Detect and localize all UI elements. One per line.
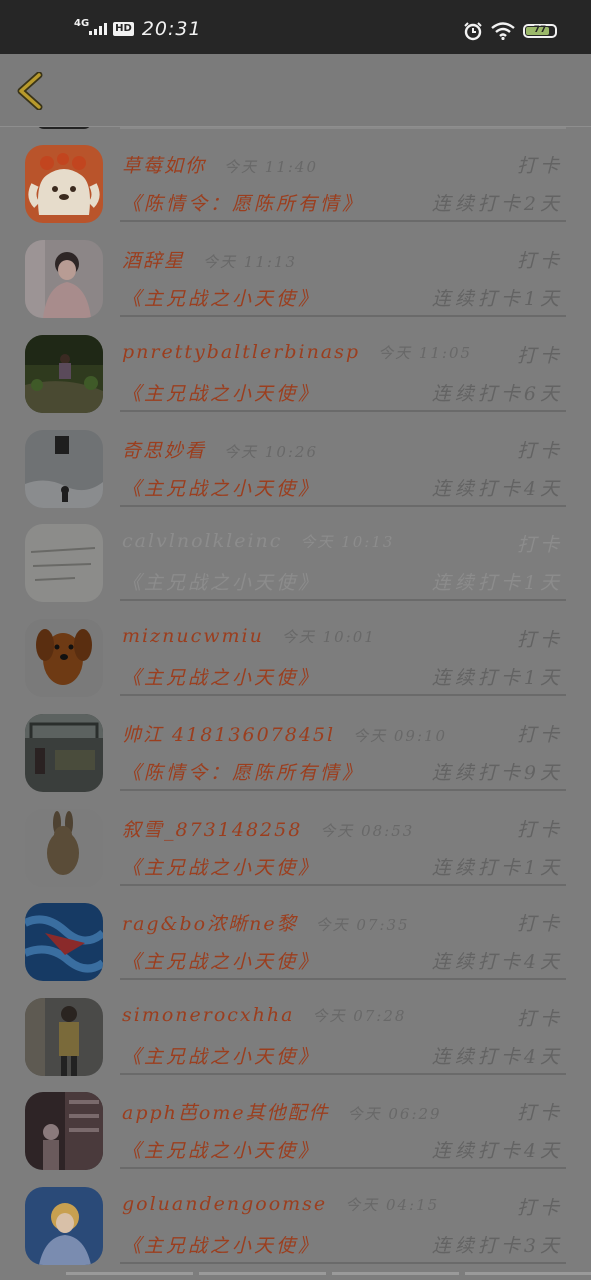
book-title[interactable]: 《主兄战之小天使》 bbox=[122, 947, 320, 974]
list-item[interactable]: 叙雪_873148258 今天 08:53 打卡 《主兄战之小天使》 连续打卡1天 bbox=[0, 791, 591, 887]
status-bar: 4G HD 20:31 77 bbox=[0, 0, 591, 54]
avatar[interactable] bbox=[25, 1092, 103, 1170]
avatar[interactable] bbox=[25, 335, 103, 413]
checkin-action: 打卡 bbox=[516, 534, 563, 556]
avatar[interactable] bbox=[25, 619, 103, 697]
battery-icon: 77 bbox=[523, 24, 557, 38]
checkin-time: 今天 10:26 bbox=[224, 443, 319, 461]
checkin-time: 今天 11:13 bbox=[203, 253, 298, 271]
streak-text: 连续打卡1天 bbox=[431, 572, 563, 594]
list-item[interactable]: calvlnolkleinc 今天 10:13 打卡 《主兄战之小天使》 连续打卡… bbox=[0, 506, 591, 602]
clock: 20:31 bbox=[141, 18, 202, 40]
streak-text: 连续打卡6天 bbox=[431, 383, 563, 405]
divider bbox=[120, 1262, 566, 1264]
checkin-time: 今天 11:05 bbox=[378, 344, 473, 362]
checkin-action: 打卡 bbox=[516, 1197, 563, 1219]
book-title[interactable]: 《主兄战之小天使》 bbox=[122, 568, 320, 595]
checkin-time: 今天 06:29 bbox=[347, 1105, 442, 1123]
next-row-divider bbox=[66, 1272, 591, 1276]
list-item[interactable]: goluandengoomse 今天 04:15 打卡 《主兄战之小天使》 连续打… bbox=[0, 1169, 591, 1265]
checkin-action: 打卡 bbox=[516, 913, 563, 935]
avatar[interactable] bbox=[25, 903, 103, 981]
hd-icon: HD bbox=[113, 22, 134, 36]
back-arrow-icon[interactable] bbox=[14, 72, 48, 110]
streak-text: 连续打卡3天 bbox=[431, 1235, 563, 1257]
list-item[interactable]: 草莓如你 今天 11:40 打卡 《陈情令：愿陈所有情》 连续打卡2天 bbox=[0, 127, 591, 223]
username: 酒辞星 今天 11:13 bbox=[122, 250, 298, 272]
list-item[interactable]: 帅江 41813607845l 今天 09:10 打卡 《陈情令：愿陈所有情》 连… bbox=[0, 696, 591, 792]
avatar[interactable] bbox=[25, 998, 103, 1076]
username: miznucwmiu 今天 10:01 bbox=[122, 625, 376, 647]
checkin-action: 打卡 bbox=[516, 440, 563, 462]
username: apph芭ome其他配件 今天 06:29 bbox=[122, 1102, 442, 1124]
signal-icon bbox=[89, 23, 108, 35]
avatar[interactable] bbox=[25, 1187, 103, 1265]
username: 奇思妙看 今天 10:26 bbox=[122, 440, 319, 462]
book-title[interactable]: 《主兄战之小天使》 bbox=[122, 1136, 320, 1163]
checkin-time: 今天 04:15 bbox=[345, 1196, 440, 1214]
username: calvlnolkleinc 今天 10:13 bbox=[122, 530, 395, 552]
list-item[interactable]: apph芭ome其他配件 今天 06:29 打卡 《主兄战之小天使》 连续打卡4天 bbox=[0, 1074, 591, 1170]
list-item[interactable]: 酒辞星 今天 11:13 打卡 《主兄战之小天使》 连续打卡1天 bbox=[0, 222, 591, 318]
streak-text: 连续打卡4天 bbox=[431, 951, 563, 973]
username: 草莓如你 今天 11:40 bbox=[122, 155, 319, 177]
checkin-action: 打卡 bbox=[516, 724, 563, 746]
alarm-icon bbox=[464, 22, 482, 41]
checkin-time: 今天 09:10 bbox=[353, 727, 448, 745]
checkin-list[interactable]: 草莓如你 今天 11:40 打卡 《陈情令：愿陈所有情》 连续打卡2天 酒辞星 今天… bbox=[0, 127, 591, 1280]
streak-text: 连续打卡1天 bbox=[431, 857, 563, 879]
username: rag&bo浓晰ne黎 今天 07:35 bbox=[122, 913, 410, 935]
book-title[interactable]: 《陈情令：愿陈所有情》 bbox=[122, 758, 364, 785]
checkin-action: 打卡 bbox=[516, 819, 563, 841]
streak-text: 连续打卡4天 bbox=[431, 478, 563, 500]
streak-text: 连续打卡2天 bbox=[431, 193, 563, 215]
list-item[interactable]: simonerocxhha 今天 07:28 打卡 《主兄战之小天使》 连续打卡4… bbox=[0, 980, 591, 1076]
list-item[interactable]: pnrettybaltlerbinasp 今天 11:05 打卡 《主兄战之小天使… bbox=[0, 317, 591, 413]
avatar[interactable] bbox=[25, 809, 103, 887]
username: simonerocxhha 今天 07:28 bbox=[122, 1004, 407, 1026]
avatar[interactable] bbox=[25, 714, 103, 792]
checkin-action: 打卡 bbox=[516, 1008, 563, 1030]
checkin-time: 今天 10:01 bbox=[281, 628, 376, 646]
book-title[interactable]: 《主兄战之小天使》 bbox=[122, 663, 320, 690]
list-item[interactable]: miznucwmiu 今天 10:01 打卡 《主兄战之小天使》 连续打卡1天 bbox=[0, 601, 591, 697]
checkin-action: 打卡 bbox=[516, 155, 563, 177]
streak-text: 连续打卡1天 bbox=[431, 667, 563, 689]
checkin-time: 今天 10:13 bbox=[300, 533, 395, 551]
avatar[interactable] bbox=[25, 430, 103, 508]
book-title[interactable]: 《主兄战之小天使》 bbox=[122, 474, 320, 501]
book-title[interactable]: 《主兄战之小天使》 bbox=[122, 1042, 320, 1069]
checkin-time: 今天 07:28 bbox=[312, 1007, 407, 1025]
streak-text: 连续打卡4天 bbox=[431, 1046, 563, 1068]
checkin-time: 今天 08:53 bbox=[320, 822, 415, 840]
avatar[interactable] bbox=[25, 240, 103, 318]
checkin-action: 打卡 bbox=[516, 629, 563, 651]
username: goluandengoomse 今天 04:15 bbox=[122, 1193, 440, 1215]
avatar[interactable] bbox=[25, 145, 103, 223]
checkin-action: 打卡 bbox=[516, 250, 563, 272]
wifi-icon bbox=[491, 22, 515, 40]
streak-text: 连续打卡1天 bbox=[431, 288, 563, 310]
username: 叙雪_873148258 今天 08:53 bbox=[122, 819, 415, 841]
checkin-time: 今天 11:40 bbox=[224, 158, 319, 176]
book-title[interactable]: 《主兄战之小天使》 bbox=[122, 853, 320, 880]
top-bar bbox=[0, 54, 591, 127]
book-title[interactable]: 《主兄战之小天使》 bbox=[122, 284, 320, 311]
list-item[interactable]: 奇思妙看 今天 10:26 打卡 《主兄战之小天使》 连续打卡4天 bbox=[0, 412, 591, 508]
book-title[interactable]: 《陈情令：愿陈所有情》 bbox=[122, 189, 364, 216]
streak-text: 连续打卡9天 bbox=[431, 762, 563, 784]
battery-level: 77 bbox=[533, 25, 547, 35]
username: 帅江 41813607845l 今天 09:10 bbox=[122, 724, 448, 746]
checkin-action: 打卡 bbox=[516, 1102, 563, 1124]
checkin-time: 今天 07:35 bbox=[315, 916, 410, 934]
checkin-action: 打卡 bbox=[516, 345, 563, 367]
avatar[interactable] bbox=[25, 524, 103, 602]
book-title[interactable]: 《主兄战之小天使》 bbox=[122, 379, 320, 406]
network-type: 4G bbox=[74, 18, 90, 29]
streak-text: 连续打卡4天 bbox=[431, 1140, 563, 1162]
list-item[interactable]: rag&bo浓晰ne黎 今天 07:35 打卡 《主兄战之小天使》 连续打卡4天 bbox=[0, 885, 591, 981]
username: pnrettybaltlerbinasp 今天 11:05 bbox=[122, 341, 473, 363]
book-title[interactable]: 《主兄战之小天使》 bbox=[122, 1231, 320, 1258]
